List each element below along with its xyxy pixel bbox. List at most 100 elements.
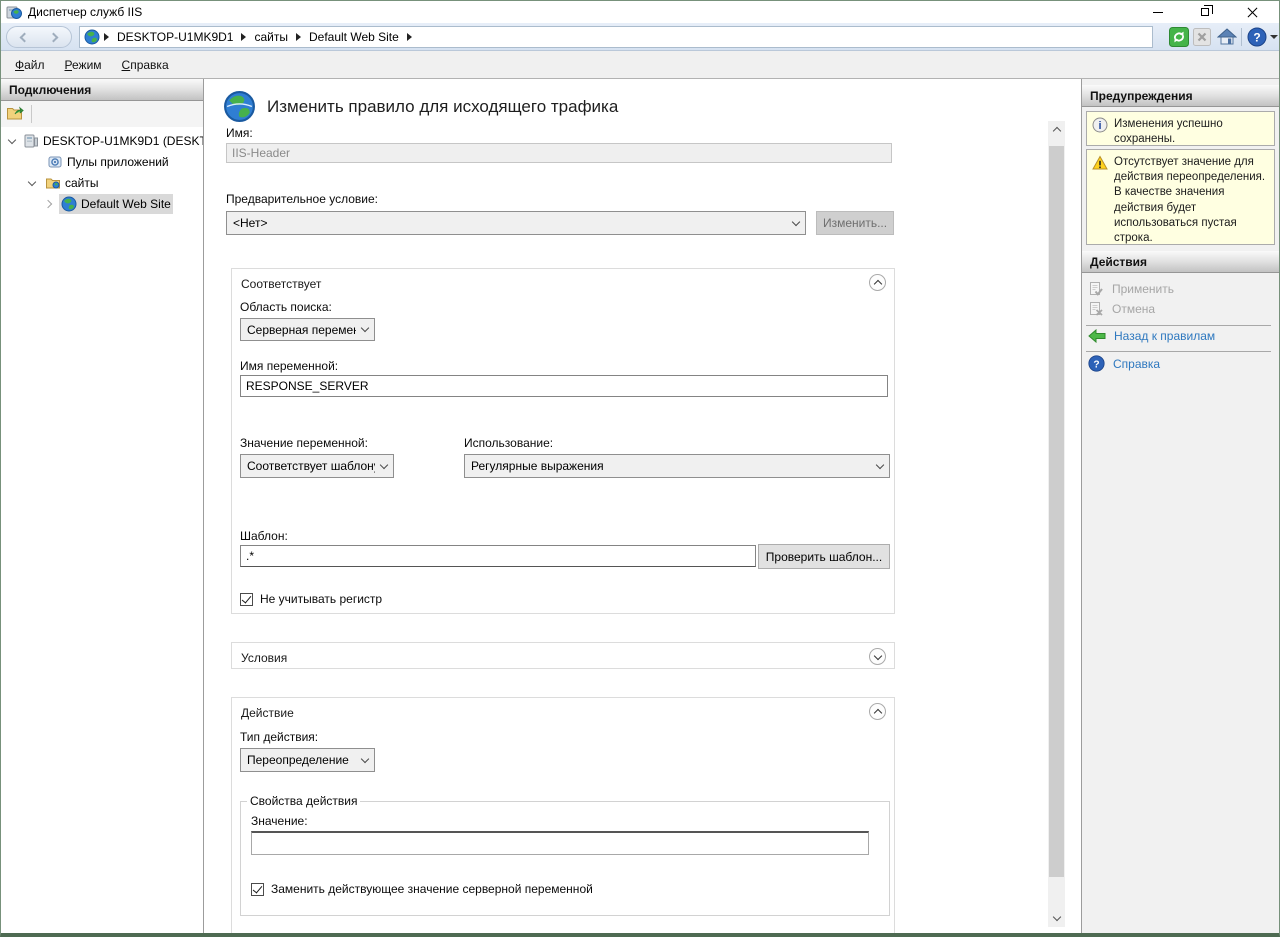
using-label: Использование: xyxy=(464,436,553,450)
using-select[interactable]: Регулярные выражения xyxy=(464,454,890,478)
restore-button[interactable] xyxy=(1182,1,1228,23)
titlebar: Диспетчер служб IIS xyxy=(1,1,1279,23)
match-section-title: Соответствует xyxy=(241,277,321,291)
tree-item-app-pools[interactable]: Пулы приложений xyxy=(1,152,203,172)
alert-info: i Изменения успешно сохранены. xyxy=(1086,111,1275,146)
breadcrumb-separator-icon xyxy=(241,33,246,41)
help-link[interactable]: ? Справка xyxy=(1088,355,1160,372)
forward-arrow-icon xyxy=(49,32,59,42)
action-properties-group: Свойства действия Значение: Заменить дей… xyxy=(240,794,890,916)
refresh-button[interactable] xyxy=(1169,27,1189,52)
tree-item-sites[interactable]: сайты xyxy=(1,173,203,193)
svg-text:i: i xyxy=(1098,120,1101,132)
home-button[interactable] xyxy=(1217,28,1237,51)
name-input[interactable] xyxy=(226,143,892,163)
minimize-icon xyxy=(1153,12,1163,13)
help-button[interactable]: ? xyxy=(1247,27,1267,52)
breadcrumb-item-sites[interactable]: сайты xyxy=(250,30,292,44)
chevron-down-icon xyxy=(356,759,374,762)
menu-view-rest: ежим xyxy=(72,58,102,72)
alerts-header: Предупреждения xyxy=(1082,85,1279,107)
precondition-label: Предварительное условие: xyxy=(226,192,378,206)
server-icon xyxy=(23,133,39,152)
breadcrumb-item-default-web-site[interactable]: Default Web Site xyxy=(305,30,403,44)
menu-help-rest: правка xyxy=(130,58,168,72)
action-type-value: Переопределение xyxy=(241,753,356,767)
pattern-label: Шаблон: xyxy=(240,529,288,543)
help-dropdown-caret-icon[interactable] xyxy=(1270,35,1278,39)
menu-help[interactable]: Справка xyxy=(122,58,169,72)
replace-value-checkbox[interactable] xyxy=(251,883,264,896)
actions-header: Действия xyxy=(1082,251,1279,273)
scope-select[interactable]: Серверная переменн xyxy=(240,318,375,341)
chevron-up-icon xyxy=(873,709,881,717)
menu-bar: Файл Режим Справка xyxy=(1,51,1279,79)
replace-value-row[interactable]: Заменить действующее значение серверной … xyxy=(251,882,593,896)
collapse-section-button[interactable] xyxy=(869,274,886,291)
variable-name-input[interactable] xyxy=(240,375,888,397)
connections-panel: Подключения DESKTOP-U1MK9D1 (DESKTOP Пул… xyxy=(1,79,204,934)
precondition-select[interactable]: <Нет> xyxy=(226,211,806,235)
close-button[interactable] xyxy=(1229,1,1275,23)
cancel-button[interactable]: Отмена xyxy=(1088,301,1155,317)
chevron-collapsed-icon[interactable] xyxy=(44,200,52,208)
apply-label: Применить xyxy=(1112,282,1174,296)
vertical-scrollbar[interactable] xyxy=(1048,121,1065,927)
forward-button[interactable] xyxy=(39,27,71,47)
globe-icon xyxy=(61,196,77,215)
close-icon xyxy=(1247,7,1258,18)
chevron-down-icon xyxy=(787,222,805,225)
back-to-rules-link[interactable]: Назад к правилам xyxy=(1088,329,1215,343)
test-pattern-button[interactable]: Проверить шаблон... xyxy=(758,544,890,569)
ignore-case-label: Не учитывать регистр xyxy=(260,592,382,606)
scroll-up-button[interactable] xyxy=(1048,121,1065,138)
name-label: Имя: xyxy=(226,126,253,140)
scope-label: Область поиска: xyxy=(240,300,332,314)
back-button[interactable] xyxy=(7,27,39,47)
chevron-down-icon xyxy=(375,465,393,468)
globe-icon xyxy=(84,29,100,45)
variable-value-select[interactable]: Соответствует шаблону xyxy=(240,454,394,478)
scroll-down-button[interactable] xyxy=(1048,910,1065,927)
ignore-case-checkbox[interactable] xyxy=(240,593,253,606)
chevron-expanded-icon[interactable] xyxy=(28,178,36,186)
menu-file[interactable]: Файл xyxy=(15,58,45,72)
edit-precondition-button[interactable]: Изменить... xyxy=(816,211,894,235)
help-icon: ? xyxy=(1088,355,1105,372)
chevron-down-icon xyxy=(871,465,889,468)
pattern-input[interactable] xyxy=(240,545,756,567)
chevron-down-icon xyxy=(1052,913,1060,921)
value-input[interactable] xyxy=(251,831,869,855)
value-label: Значение: xyxy=(251,814,308,828)
tree-item-default-web-site[interactable]: Default Web Site xyxy=(1,194,203,214)
scrollbar-thumb[interactable] xyxy=(1049,146,1064,877)
expand-section-button[interactable] xyxy=(869,648,886,665)
chevron-up-icon xyxy=(873,280,881,288)
chevron-down-icon xyxy=(873,651,881,659)
scope-value: Серверная переменн xyxy=(241,323,356,337)
action-section: Действие Тип действия: Переопределение С… xyxy=(231,697,895,934)
apply-icon xyxy=(1088,281,1104,297)
create-connection-icon[interactable] xyxy=(6,105,24,127)
svg-text:?: ? xyxy=(1253,31,1260,45)
tree-item-server[interactable]: DESKTOP-U1MK9D1 (DESKTOP xyxy=(1,131,203,151)
collapse-section-button[interactable] xyxy=(869,703,886,720)
ignore-case-row[interactable]: Не учитывать регистр xyxy=(240,592,382,606)
connections-toolbar xyxy=(1,101,203,127)
menu-file-rest: айл xyxy=(24,58,44,72)
apply-button[interactable]: Применить xyxy=(1088,281,1174,297)
using-value: Регулярные выражения xyxy=(465,459,871,473)
stop-button[interactable] xyxy=(1193,28,1211,51)
breadcrumb[interactable]: DESKTOP-U1MK9D1 сайты Default Web Site xyxy=(79,26,1153,48)
minimize-button[interactable] xyxy=(1135,1,1181,23)
connections-tree: DESKTOP-U1MK9D1 (DESKTOP Пулы приложений… xyxy=(1,127,203,934)
chevron-expanded-icon[interactable] xyxy=(8,136,16,144)
chevron-up-icon xyxy=(1052,127,1060,135)
breadcrumb-item-server[interactable]: DESKTOP-U1MK9D1 xyxy=(113,30,237,44)
action-type-select[interactable]: Переопределение xyxy=(240,748,375,772)
address-bar: DESKTOP-U1MK9D1 сайты Default Web Site ? xyxy=(1,23,1279,51)
menu-view[interactable]: Режим xyxy=(65,58,102,72)
breadcrumb-separator-icon xyxy=(407,33,412,41)
warning-icon xyxy=(1092,155,1108,171)
conditions-section: Условия xyxy=(231,642,895,669)
